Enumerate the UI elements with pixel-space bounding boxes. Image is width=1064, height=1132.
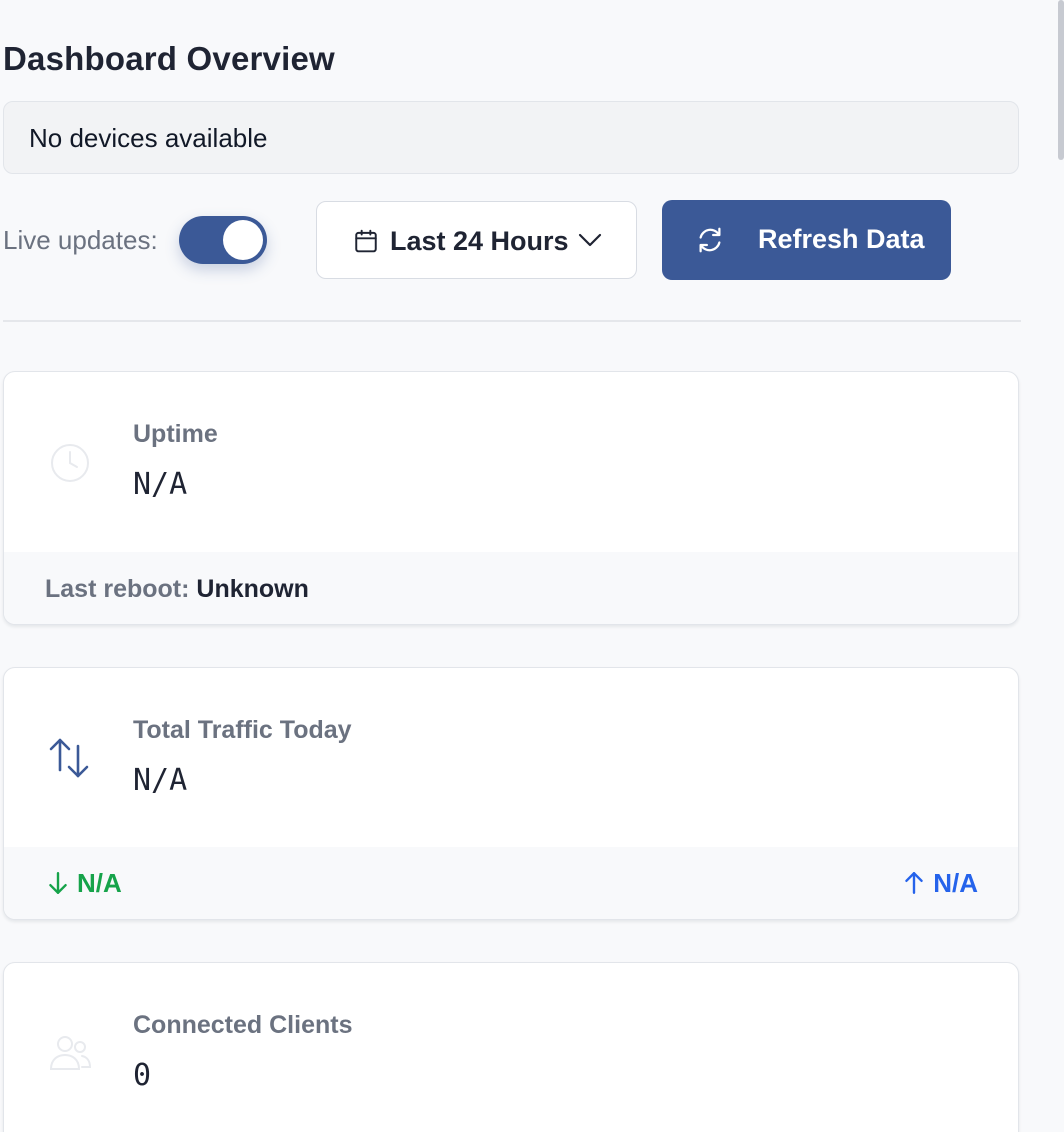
time-range-label: Last 24 Hours (390, 226, 569, 256)
dashboard-page: Dashboard Overview No devices available … (0, 0, 1064, 1132)
arrow-down-icon (49, 872, 67, 894)
controls-row: Live updates: Last 24 Hours Refresh Data (0, 200, 1020, 280)
refresh-data-button[interactable]: Refresh Data (662, 200, 951, 280)
uptime-value: N/A (133, 467, 188, 502)
traffic-card: Total Traffic Today N/A N/A N/A (3, 667, 1019, 920)
time-range-dropdown[interactable]: Last 24 Hours (316, 201, 637, 279)
device-select[interactable]: No devices available (3, 101, 1019, 174)
uptime-card: Uptime N/A Last reboot: Unknown (3, 371, 1019, 625)
clients-label: Connected Clients (133, 1011, 353, 1039)
traffic-label: Total Traffic Today (133, 716, 352, 744)
last-reboot-text: Last reboot: Unknown (45, 575, 309, 604)
last-reboot-value: Unknown (196, 575, 309, 603)
download-value: N/A (77, 868, 122, 898)
calendar-icon (355, 229, 377, 253)
live-updates-label: Live updates: (3, 225, 158, 255)
users-icon (49, 1036, 92, 1070)
uptime-footer: Last reboot: Unknown (4, 552, 1018, 624)
arrows-up-down-icon (49, 738, 89, 778)
last-reboot-label: Last reboot: (45, 575, 190, 603)
clients-card: Connected Clients 0 (3, 962, 1019, 1132)
upload-value: N/A (933, 868, 978, 898)
arrow-up-icon (905, 872, 923, 894)
page-scrollbar[interactable] (1056, 0, 1064, 1132)
page-title: Dashboard Overview (3, 40, 335, 77)
clients-value: 0 (133, 1058, 152, 1093)
refresh-data-label: Refresh Data (758, 224, 925, 254)
traffic-value: N/A (133, 763, 188, 798)
chevron-down-icon (578, 233, 602, 247)
toggle-knob (223, 220, 263, 260)
scrollbar-thumb[interactable] (1058, 0, 1064, 160)
upload-stat: N/A (901, 868, 978, 899)
live-updates-toggle[interactable] (179, 216, 267, 264)
refresh-icon (699, 227, 721, 253)
download-stat: N/A (45, 868, 122, 899)
clock-icon (51, 444, 89, 482)
uptime-label: Uptime (133, 420, 218, 448)
traffic-footer: N/A N/A (4, 847, 1018, 919)
section-divider (3, 320, 1021, 322)
